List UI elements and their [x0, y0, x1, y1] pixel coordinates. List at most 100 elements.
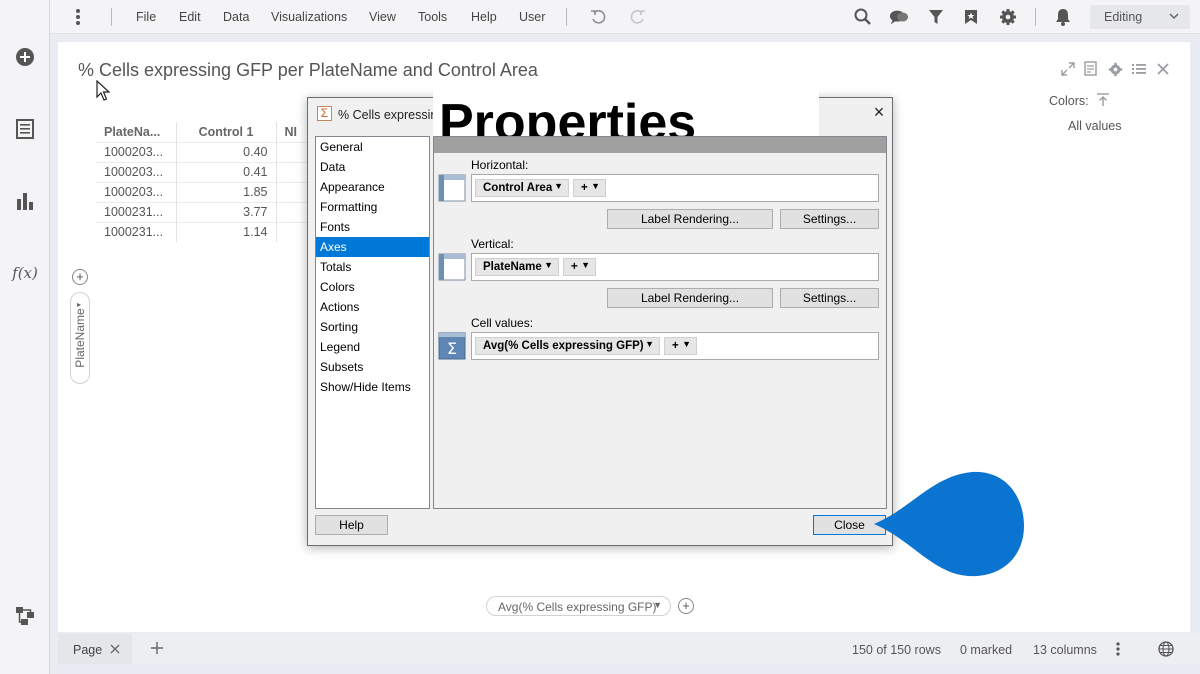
colors-axis-sort-icon[interactable] [1096, 93, 1110, 110]
row-label-cell[interactable]: 1000231... [96, 221, 177, 242]
comments-icon[interactable] [889, 7, 909, 27]
row-label-cell[interactable]: 1000203... [96, 181, 177, 202]
menu-separator [111, 8, 112, 26]
globe-icon[interactable] [1158, 641, 1174, 660]
category-totals[interactable]: Totals [316, 257, 429, 277]
menu-data[interactable]: Data [223, 10, 249, 24]
vertical-settings-button[interactable]: Settings... [780, 288, 879, 308]
more-options-icon[interactable] [1115, 642, 1121, 659]
row-label-cell[interactable]: 1000203... [96, 161, 177, 182]
notification-bell-icon[interactable] [1053, 7, 1073, 27]
value-cell[interactable]: 3.77 [176, 201, 277, 222]
add-page-icon[interactable] [150, 641, 164, 658]
category-data[interactable]: Data [316, 157, 429, 177]
category-colors[interactable]: Colors [316, 277, 429, 297]
close-tab-icon[interactable] [110, 643, 120, 657]
category-show-hide-items[interactable]: Show/Hide Items [316, 377, 429, 397]
close-visualization-icon[interactable] [1154, 60, 1172, 78]
cell-values-well[interactable]: Avg(% Cells expressing GFP) ▼ + ▼ [471, 332, 879, 360]
category-appearance[interactable]: Appearance [316, 177, 429, 197]
more-options-icon[interactable] [75, 8, 81, 29]
category-legend[interactable]: Legend [316, 337, 429, 357]
column-header-control-1[interactable]: Control 1 [176, 122, 277, 142]
table-row[interactable]: 1000231... 1.14 [96, 221, 316, 242]
dialog-close-icon[interactable]: × [870, 103, 888, 122]
horizontal-label-rendering-button[interactable]: Label Rendering... [607, 209, 773, 229]
horizontal-add-column-selector[interactable]: + ▼ [573, 179, 606, 197]
menu-help[interactable]: Help [471, 10, 497, 24]
mode-select[interactable]: Editing [1090, 5, 1190, 29]
value-cell[interactable]: 1.85 [176, 181, 277, 202]
value-cell[interactable]: 0.41 [176, 161, 277, 182]
bar-chart-icon[interactable] [13, 189, 37, 213]
row-label-cell[interactable]: 1000231... [96, 201, 177, 222]
horizontal-settings-button[interactable]: Settings... [780, 209, 879, 229]
table-row[interactable]: 1000203... 0.40 [96, 141, 316, 162]
menu-edit[interactable]: Edit [179, 10, 201, 24]
cell-values-add-column-selector[interactable]: + ▼ [664, 337, 697, 355]
callout-pointer-icon [872, 468, 1027, 583]
gear-icon[interactable] [998, 7, 1018, 27]
category-actions[interactable]: Actions [316, 297, 429, 317]
chevron-down-icon [1168, 10, 1180, 25]
mode-select-value: Editing [1104, 10, 1143, 24]
table-row[interactable]: 1000231... 3.77 [96, 201, 316, 222]
chevron-down-icon: ▼ [591, 181, 600, 191]
chevron-down-icon: ▼ [653, 600, 662, 610]
vertical-label-rendering-button[interactable]: Label Rendering... [607, 288, 773, 308]
row-label-cell[interactable]: 1000203... [96, 141, 177, 162]
table-row[interactable]: 1000203... 0.41 [96, 161, 316, 182]
vertical-axis-selector[interactable]: ▸ PlateName [70, 292, 90, 384]
cell-values-label: Cell values: [471, 316, 534, 330]
vertical-axis-well[interactable]: PlateName ▼ + ▼ [471, 253, 879, 281]
row-count: 150 of 150 rows [852, 643, 941, 657]
menu-separator [1035, 8, 1036, 26]
help-button[interactable]: Help [315, 515, 388, 535]
colors-axis-value[interactable]: All values [1068, 119, 1122, 133]
column-header-platename[interactable]: PlateNa... [96, 122, 177, 142]
bookmark-icon[interactable] [961, 7, 981, 27]
search-icon[interactable] [853, 7, 873, 27]
vertical-column-selector[interactable]: PlateName ▼ [475, 258, 559, 276]
horizontal-axis-well[interactable]: Control Area ▼ + ▼ [471, 174, 879, 202]
svg-text:Σ: Σ [447, 339, 457, 358]
category-subsets[interactable]: Subsets [316, 357, 429, 377]
redo-icon[interactable] [628, 7, 648, 27]
category-general[interactable]: General [316, 137, 429, 157]
sigma-axis-icon: Σ [438, 332, 466, 360]
horizontal-column-selector[interactable]: Control Area ▼ [475, 179, 569, 197]
category-list[interactable]: General Data Appearance Formatting Fonts… [315, 136, 430, 509]
cell-values-column-selector[interactable]: Avg(% Cells expressing GFP) ▼ [475, 337, 660, 355]
page-tab[interactable]: Page [58, 634, 132, 664]
add-vertical-axis-button[interactable]: + [72, 269, 88, 285]
viz-settings-icon[interactable] [1106, 60, 1124, 78]
value-cell[interactable]: 0.40 [176, 141, 277, 162]
properties-dialog: Σ % Cells expressing Properties × Genera… [307, 88, 893, 546]
marked-count: 0 marked [960, 643, 1013, 657]
hierarchy-icon[interactable] [13, 604, 37, 628]
visualization-title[interactable]: % Cells expressing GFP per PlateName and… [78, 60, 538, 81]
add-icon[interactable] [13, 45, 37, 69]
maximize-icon[interactable] [1059, 60, 1077, 78]
vertical-add-column-selector[interactable]: + ▼ [563, 258, 596, 276]
cell-values-axis-selector[interactable]: Avg(% Cells expressing GFP) ▼ [486, 596, 671, 616]
add-cell-value-button[interactable]: + [678, 598, 694, 614]
menu-view[interactable]: View [369, 10, 396, 24]
menu-tools[interactable]: Tools [418, 10, 447, 24]
data-table-icon[interactable] [13, 117, 37, 141]
category-fonts[interactable]: Fonts [316, 217, 429, 237]
category-formatting[interactable]: Formatting [316, 197, 429, 217]
undo-icon[interactable] [588, 7, 608, 27]
menu-user[interactable]: User [519, 10, 545, 24]
category-axes[interactable]: Axes [316, 237, 429, 257]
menu-visualizations[interactable]: Visualizations [271, 10, 347, 24]
cross-table[interactable]: PlateNa... Control 1 NI 1000203... 0.40 … [96, 122, 316, 242]
details-icon[interactable] [1082, 60, 1100, 78]
table-row[interactable]: 1000203... 1.85 [96, 181, 316, 202]
menu-file[interactable]: File [136, 10, 156, 24]
legend-list-icon[interactable] [1130, 60, 1148, 78]
category-sorting[interactable]: Sorting [316, 317, 429, 337]
value-cell[interactable]: 1.14 [176, 221, 277, 242]
filter-icon[interactable] [926, 7, 946, 27]
fx-icon[interactable]: f(x) [12, 261, 38, 285]
